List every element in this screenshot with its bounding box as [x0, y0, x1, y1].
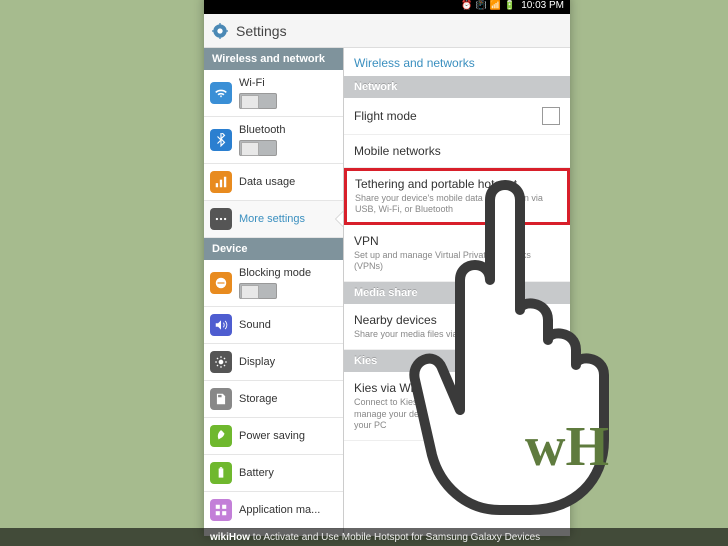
sidebar-item-power[interactable]: Power saving — [204, 418, 343, 455]
status-bar: ⏰ 📳 📶 🔋 10:03 PM — [204, 0, 570, 14]
sidebar-item-label: Application ma... — [239, 504, 320, 516]
sidebar-category-device: Device — [204, 238, 343, 260]
row-subtitle: Share your device's mobile data connecti… — [355, 193, 559, 216]
sidebar-item-battery[interactable]: Battery — [204, 455, 343, 492]
selected-indicator-icon — [336, 211, 344, 227]
row-kies-wifi[interactable]: Kies via Wi-Fi Connect to Kies on your P… — [344, 372, 570, 441]
caption-bar: wikiHow to Activate and Use Mobile Hotsp… — [0, 528, 728, 546]
sidebar-item-label: Display — [239, 356, 275, 368]
chart-icon — [210, 171, 232, 193]
page-title: Settings — [236, 23, 287, 39]
caption-text: to Activate and Use Mobile Hotspot for S… — [250, 532, 540, 543]
flight-mode-checkbox[interactable] — [542, 107, 560, 125]
wifi-icon — [210, 82, 232, 104]
row-subtitle: Share your media files via DLNA — [354, 329, 560, 340]
sidebar-item-more[interactable]: More settings — [204, 201, 343, 238]
sidebar-item-blocking[interactable]: Blocking mode — [204, 260, 343, 307]
content-pane: Wireless and network Wi-Fi Bluetooth — [204, 48, 570, 536]
sidebar-item-display[interactable]: Display — [204, 344, 343, 381]
sidebar-item-label: Sound — [239, 319, 271, 331]
sidebar-category-wireless: Wireless and network — [204, 48, 343, 70]
clock: 10:03 PM — [521, 0, 564, 11]
sidebar-item-storage[interactable]: Storage — [204, 381, 343, 418]
sidebar-item-label: Storage — [239, 393, 278, 405]
sidebar-item-sound[interactable]: Sound — [204, 307, 343, 344]
sidebar-item-label: More settings — [239, 213, 305, 225]
row-title: Mobile networks — [354, 144, 560, 158]
main-title: Wireless and networks — [344, 48, 570, 76]
sidebar-item-label: Data usage — [239, 176, 295, 188]
main-panel: Wireless and networks Network Flight mod… — [344, 48, 570, 536]
alarm-icon: ⏰ — [461, 0, 472, 11]
signal-icon: 📶 — [490, 0, 501, 11]
phone-frame: ⏰ 📳 📶 🔋 10:03 PM Settings Wireless and n… — [204, 0, 570, 536]
apps-icon — [210, 499, 232, 521]
section-network: Network — [344, 76, 570, 98]
bluetooth-icon — [210, 129, 232, 151]
caption-prefix: wikiHow — [210, 532, 250, 543]
row-vpn[interactable]: VPN Set up and manage Virtual Private Ne… — [344, 225, 570, 283]
row-mobile-networks[interactable]: Mobile networks — [344, 135, 570, 168]
sidebar: Wireless and network Wi-Fi Bluetooth — [204, 48, 344, 536]
sidebar-item-wifi[interactable]: Wi-Fi — [204, 70, 343, 117]
sidebar-item-bluetooth[interactable]: Bluetooth — [204, 117, 343, 164]
section-kies: Kies — [344, 350, 570, 372]
minus-icon — [210, 272, 232, 294]
wifi-toggle[interactable] — [239, 93, 277, 109]
storage-icon — [210, 388, 232, 410]
leaf-icon — [210, 425, 232, 447]
battery-icon: 🔋 — [504, 0, 515, 11]
sidebar-item-datausage[interactable]: Data usage — [204, 164, 343, 201]
section-media: Media share — [344, 282, 570, 304]
row-title: Flight mode — [354, 109, 534, 123]
sound-icon — [210, 314, 232, 336]
bluetooth-toggle[interactable] — [239, 140, 277, 156]
row-subtitle: Connect to Kies on your PC via Wi-Fi net… — [354, 397, 560, 431]
sidebar-item-appmgr[interactable]: Application ma... — [204, 492, 343, 529]
more-icon — [210, 208, 232, 230]
sidebar-item-label: Wi-Fi — [239, 77, 337, 89]
row-title: Kies via Wi-Fi — [354, 381, 560, 395]
gear-icon — [212, 23, 228, 39]
row-title: Nearby devices — [354, 313, 560, 327]
display-icon — [210, 351, 232, 373]
row-title: VPN — [354, 234, 560, 248]
battery-icon — [210, 462, 232, 484]
sidebar-item-label: Blocking mode — [239, 267, 337, 279]
row-tethering-highlighted[interactable]: Tethering and portable hotspot Share you… — [344, 168, 570, 225]
vibrate-icon: 📳 — [476, 0, 487, 11]
blocking-toggle[interactable] — [239, 283, 277, 299]
row-title: Tethering and portable hotspot — [355, 177, 559, 191]
app-header: Settings — [204, 14, 570, 48]
row-flight-mode[interactable]: Flight mode — [344, 98, 570, 135]
row-nearby[interactable]: Nearby devices Share your media files vi… — [344, 304, 570, 350]
sidebar-item-label: Bluetooth — [239, 124, 337, 136]
sidebar-item-label: Battery — [239, 467, 274, 479]
row-subtitle: Set up and manage Virtual Private Networ… — [354, 250, 560, 273]
sidebar-item-label: Power saving — [239, 430, 305, 442]
